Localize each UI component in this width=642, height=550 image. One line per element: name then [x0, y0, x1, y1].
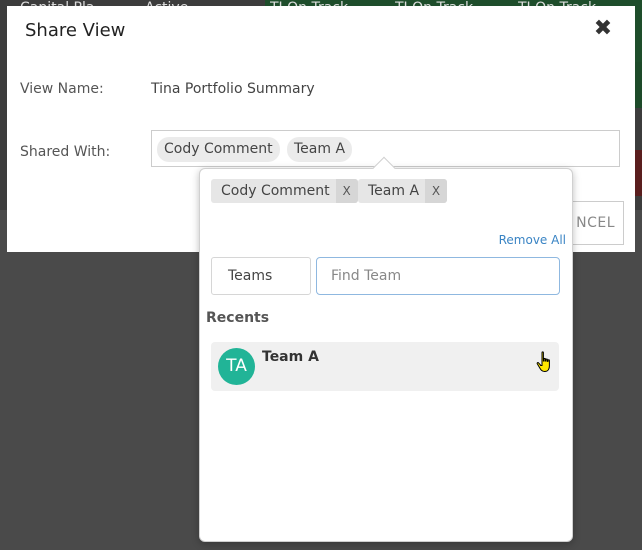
remove-chip-button[interactable]: X: [425, 179, 448, 203]
modal-title: Share View: [25, 20, 126, 41]
close-icon[interactable]: ✖: [592, 18, 614, 40]
shared-chip: Team A: [287, 137, 353, 162]
recent-team-name: Team A: [262, 349, 319, 365]
selected-chip-label: Cody Comment: [221, 183, 330, 199]
recents-heading: Recents: [206, 310, 270, 326]
selected-chip-label: Team A: [368, 183, 420, 199]
remove-chip-button[interactable]: X: [335, 179, 358, 203]
selected-chip: Team A X: [358, 179, 448, 203]
view-name-label: View Name:: [20, 81, 104, 97]
view-name-value: Tina Portfolio Summary: [151, 81, 315, 97]
selected-chip: Cody Comment X: [211, 179, 358, 203]
share-picker-popover: Cody Comment X Team A X Remove All Teams R…: [199, 156, 573, 542]
avatar: TA: [218, 348, 255, 385]
shared-chip: Cody Comment: [157, 137, 280, 162]
recent-team-item[interactable]: TA Team A: [211, 342, 559, 391]
hand-cursor-icon: [536, 351, 550, 373]
share-type-select[interactable]: Teams: [211, 257, 311, 295]
find-team-input[interactable]: [316, 257, 560, 295]
shared-with-label: Shared With:: [20, 144, 111, 160]
remove-all-link[interactable]: Remove All: [499, 233, 566, 247]
